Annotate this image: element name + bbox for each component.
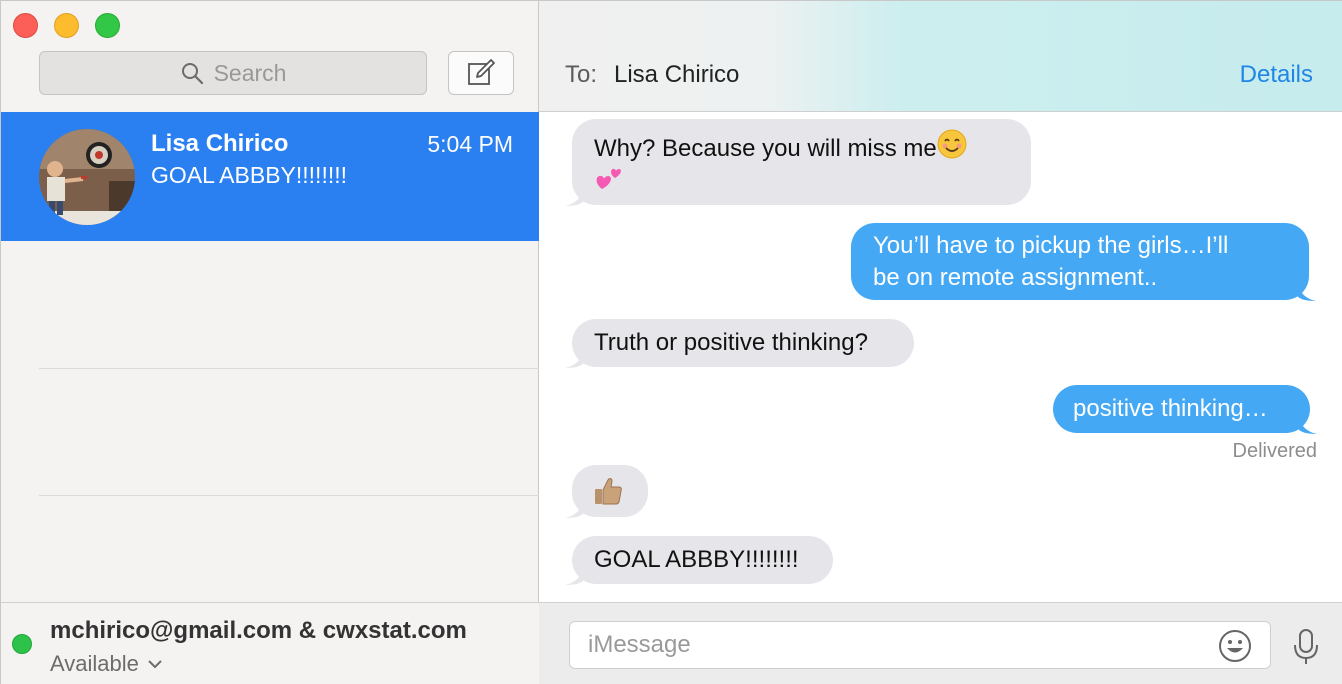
availability-selector[interactable]: Available [50, 651, 163, 677]
compose-icon [468, 59, 495, 85]
contact-avatar [39, 129, 135, 225]
bubble-tail [565, 569, 583, 585]
conversation-header: To: Lisa Chirico Details [539, 1, 1342, 112]
conversation-preview: GOAL ABBBY!!!!!!!! [151, 162, 348, 188]
conversation-pane: To: Lisa Chirico Details Why? Because yo… [539, 1, 1342, 684]
search-placeholder: Search [213, 59, 287, 86]
minimize-window-button[interactable] [54, 13, 79, 38]
conversation-time: 5:04 PM [427, 131, 513, 157]
bubble-tail [565, 502, 583, 518]
recipient-name[interactable]: Lisa Chirico [614, 61, 739, 89]
bubble-tail [1298, 285, 1316, 301]
to-label: To: [565, 61, 598, 88]
bubble-tail [565, 190, 583, 206]
thumbs-up-emoji [595, 478, 622, 505]
message-bubble-outgoing[interactable]: positive thinking… [1053, 385, 1317, 434]
message-text: Truth or positive thinking? [594, 329, 868, 356]
imessage-input[interactable] [588, 630, 1188, 660]
availability-label: Available [50, 651, 139, 676]
account-status-bar: mchirico@gmail.com & cwxstat.com Availab… [1, 602, 539, 684]
conversation-item[interactable]: Lisa Chirico 5:04 PM GOAL ABBBY!!!!!!!! [1, 112, 539, 241]
close-window-button[interactable] [13, 13, 38, 38]
account-name: mchirico@gmail.com & cwxstat.com [50, 617, 467, 644]
available-status-icon [12, 634, 32, 654]
message-bubble-incoming[interactable]: Truth or positive thinking? [565, 319, 914, 368]
bubble-tail [565, 352, 583, 368]
smiling-face-emoji [937, 129, 967, 159]
composer-bar [539, 602, 1342, 684]
emoji-picker-icon[interactable] [1218, 629, 1252, 663]
list-divider [39, 368, 539, 369]
message-text: Why? Because you will miss me [594, 135, 937, 162]
message-bubble-outgoing[interactable]: You’ll have to pickup the girls…I’ll be … [851, 223, 1316, 301]
message-bubble-incoming[interactable]: Why? Because you will miss me [565, 119, 1031, 206]
message-bubble-incoming[interactable]: GOAL ABBBY!!!!!!!! [565, 536, 833, 585]
message-text-line-2: be on remote assignment.. [873, 264, 1158, 291]
imessage-field[interactable] [569, 621, 1271, 669]
message-bubble-incoming[interactable] [565, 465, 648, 518]
bubble-tail [1299, 418, 1317, 434]
delivered-status: Delivered [1232, 440, 1317, 462]
search-icon [181, 63, 203, 85]
search-field[interactable]: Search [39, 51, 427, 95]
zoom-window-button[interactable] [95, 13, 120, 38]
list-divider [39, 495, 539, 496]
conversation-name: Lisa Chirico [151, 130, 289, 157]
microphone-icon[interactable] [1291, 628, 1321, 666]
sidebar: Search Lisa Chirico 5:04 PM GOAL ABBBY!!… [1, 1, 539, 684]
two-hearts-emoji [596, 168, 621, 189]
chevron-down-icon [148, 660, 162, 669]
compose-button[interactable] [448, 51, 514, 95]
message-text: You’ll have to pickup the girls…I’ll [873, 232, 1229, 259]
details-button[interactable]: Details [1240, 61, 1313, 89]
messages-window: Search Lisa Chirico 5:04 PM GOAL ABBBY!!… [0, 0, 1342, 684]
message-text: positive thinking… [1073, 395, 1268, 422]
message-text: GOAL ABBBY!!!!!!!! [594, 546, 799, 573]
